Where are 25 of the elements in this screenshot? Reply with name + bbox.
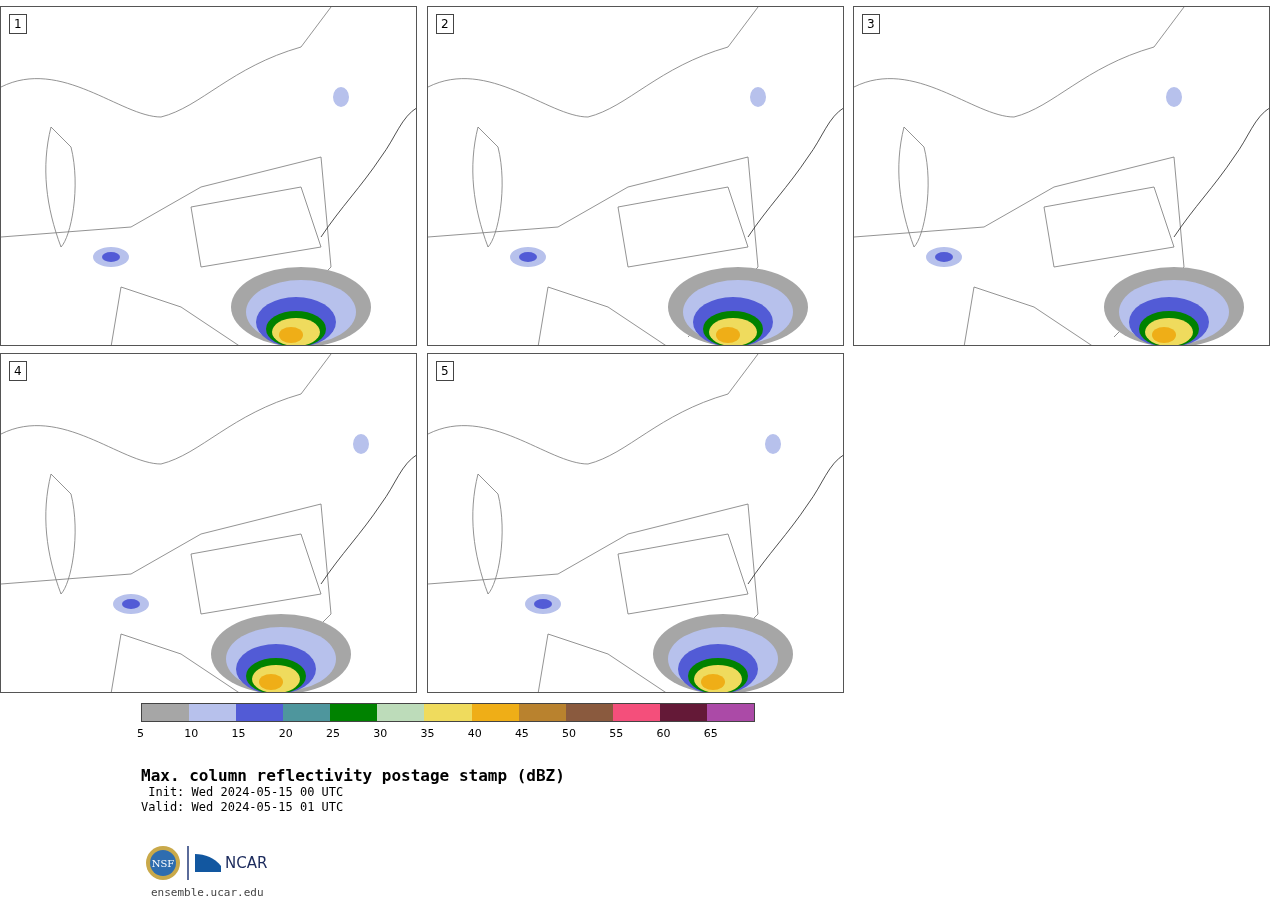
tick-label: 60 [656, 727, 671, 740]
tick-label: 35 [420, 727, 435, 740]
tick-label: 45 [514, 727, 529, 740]
panel-number: 4 [9, 361, 27, 381]
panel-number: 5 [436, 361, 454, 381]
site-link[interactable]: ensemble.ucar.edu [151, 886, 264, 899]
tick-label: 50 [562, 727, 577, 740]
tick-label: 15 [231, 727, 246, 740]
tick-label: 20 [278, 727, 293, 740]
panel-number: 2 [436, 14, 454, 34]
valid-time: Valid: Wed 2024-05-15 01 UTC [141, 800, 344, 815]
init-time: Init: Wed 2024-05-15 00 UTC [147, 785, 344, 800]
tick-label: 25 [325, 727, 340, 740]
ncar-swoosh-icon [195, 854, 221, 872]
tick-label: 10 [184, 727, 199, 740]
tick-label: 55 [609, 727, 624, 740]
panel-number: 1 [9, 14, 27, 34]
panel-number: 3 [862, 14, 880, 34]
ncar-logo-text: NCAR [225, 854, 268, 872]
tick-label: 40 [467, 727, 482, 740]
tick-label: 65 [703, 727, 718, 740]
nsf-logo: NSF [145, 845, 181, 881]
tick-label: 5 [137, 727, 144, 740]
chart-title: Max. column reflectivity postage stamp (dBZ) [141, 766, 565, 785]
tick-label: 30 [373, 727, 388, 740]
